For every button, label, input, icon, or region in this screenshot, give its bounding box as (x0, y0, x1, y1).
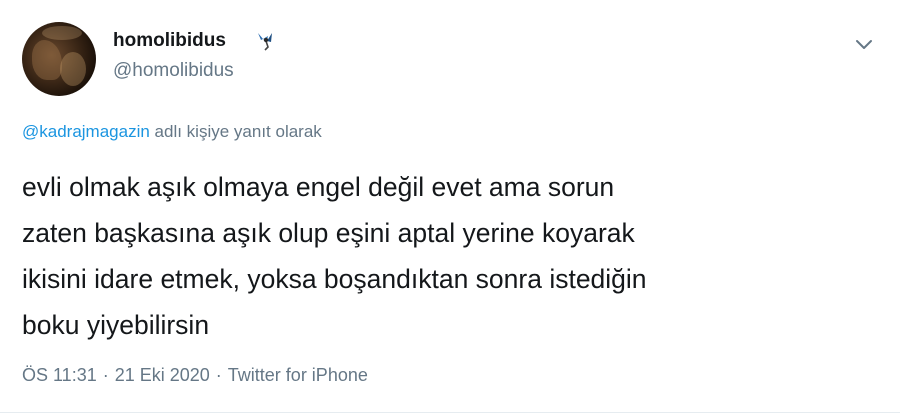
avatar-shape (32, 40, 62, 80)
chevron-down-icon[interactable] (852, 32, 876, 56)
author-display-name[interactable]: homolibidus (113, 30, 226, 52)
author-handle[interactable]: @homolibidus (113, 60, 234, 82)
tweet-text-line: boku yiyebilirsin (22, 310, 210, 340)
tweet-text-line: ikisini idare etmek, yoksa boşandıktan s… (22, 264, 647, 294)
tweet-card: homolibidus @homolibidus @kadrajmagazin … (0, 0, 900, 413)
tweet-meta: ÖS 11:31 · 21 Eki 2020 · Twitter for iPhone (22, 365, 368, 386)
avatar[interactable] (22, 22, 96, 96)
tweet-source-link[interactable]: Twitter for iPhone (228, 365, 368, 385)
meta-separator: · (102, 365, 109, 385)
reply-context: @kadrajmagazin adlı kişiye yanıt olarak (22, 122, 322, 142)
tweet-text-line: evli olmak aşık olmaya engel değil evet … (22, 172, 615, 202)
avatar-shape (60, 52, 86, 86)
tweet-text: evli olmak aşık olmaya engel değil evet … (22, 164, 882, 348)
bird-emoji-icon (258, 33, 272, 51)
reply-context-text: adlı kişiye yanıt olarak (149, 122, 322, 141)
tweet-time-link[interactable]: ÖS 11:31 (22, 365, 97, 385)
reply-mention-link[interactable]: @kadrajmagazin (22, 122, 150, 141)
avatar-highlight (42, 26, 82, 40)
meta-separator: · (215, 365, 222, 385)
tweet-text-line: zaten başkasına aşık olup eşini aptal ye… (22, 218, 635, 248)
tweet-date-link[interactable]: 21 Eki 2020 (115, 365, 210, 385)
